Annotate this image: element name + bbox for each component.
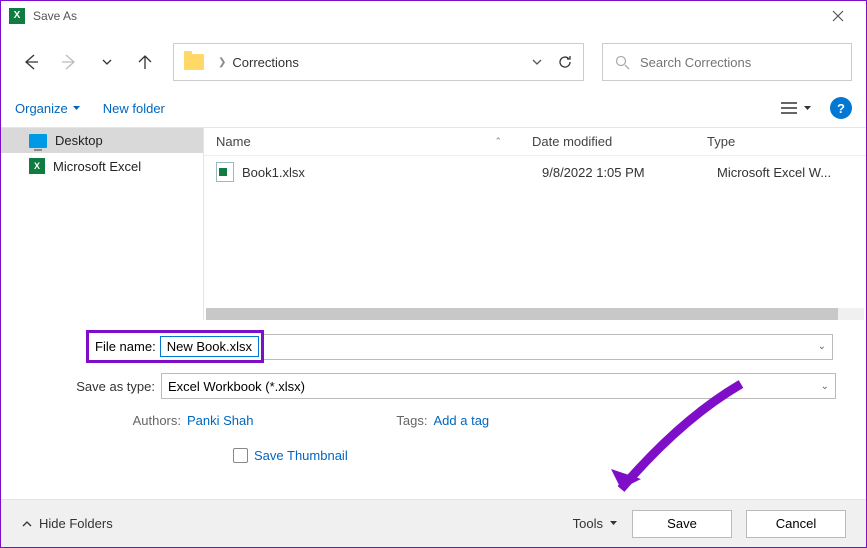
sidebar-item-label: Desktop [55, 133, 103, 148]
chevron-down-icon[interactable] [531, 56, 543, 68]
sidebar-item-desktop[interactable]: Desktop [1, 128, 203, 153]
file-list-pane: Name ⌃ Date modified Type Book1.xlsx 9/8… [204, 128, 866, 320]
filename-label: File name: [91, 339, 160, 354]
authors-value[interactable]: Panki Shah [187, 413, 254, 428]
close-button[interactable] [818, 2, 858, 30]
forward-button[interactable] [53, 46, 85, 78]
caret-down-icon [803, 104, 812, 113]
excel-app-icon: X [9, 8, 25, 24]
window-title: Save As [33, 9, 818, 23]
tags-value[interactable]: Add a tag [434, 413, 490, 428]
file-list: Book1.xlsx 9/8/2022 1:05 PM Microsoft Ex… [204, 156, 866, 308]
list-view-icon [781, 102, 797, 114]
column-header-row: Name ⌃ Date modified Type [204, 128, 866, 156]
titlebar: X Save As [1, 1, 866, 31]
up-button[interactable] [129, 46, 161, 78]
column-name[interactable]: Name ⌃ [204, 134, 532, 149]
arrow-right-icon [60, 53, 78, 71]
thumbnail-label: Save Thumbnail [254, 448, 348, 463]
tools-menu[interactable]: Tools [573, 516, 618, 531]
chevron-down-icon [101, 56, 113, 68]
toolbar: Organize New folder ? [1, 93, 866, 128]
search-box[interactable] [602, 43, 852, 81]
cancel-button[interactable]: Cancel [746, 510, 846, 538]
hide-folders-button[interactable]: Hide Folders [21, 516, 113, 531]
view-menu[interactable] [781, 102, 812, 114]
desktop-icon [29, 134, 47, 148]
savetype-label: Save as type: [31, 379, 161, 394]
file-date: 9/8/2022 1:05 PM [542, 165, 717, 180]
arrow-up-icon [136, 53, 154, 71]
filename-dropdown[interactable]: ⌄ [264, 334, 833, 360]
save-form: File name: New Book.xlsx ⌄ Save as type:… [1, 320, 866, 477]
close-icon [832, 10, 844, 22]
search-input[interactable] [640, 55, 839, 70]
folder-icon [184, 54, 204, 70]
save-button[interactable]: Save [632, 510, 732, 538]
xlsx-file-icon [216, 162, 234, 182]
column-type[interactable]: Type [707, 134, 866, 149]
filename-highlight: File name: New Book.xlsx [86, 330, 264, 363]
sidebar: Desktop X Microsoft Excel [1, 128, 204, 320]
file-row[interactable]: Book1.xlsx 9/8/2022 1:05 PM Microsoft Ex… [204, 156, 866, 188]
meta-row: Authors: Panki Shah Tags: Add a tag [31, 407, 836, 430]
filename-input[interactable]: New Book.xlsx [160, 336, 259, 357]
refresh-icon[interactable] [557, 54, 573, 70]
footer: Hide Folders Tools Save Cancel [1, 499, 866, 547]
file-name: Book1.xlsx [242, 165, 542, 180]
chevron-down-icon: ⌄ [821, 381, 829, 392]
thumbnail-checkbox[interactable] [233, 448, 248, 463]
organize-label: Organize [15, 101, 68, 116]
column-date[interactable]: Date modified [532, 134, 707, 149]
savetype-value: Excel Workbook (*.xlsx) [168, 379, 305, 394]
savetype-row: Save as type: Excel Workbook (*.xlsx) ⌄ [31, 373, 836, 399]
filename-row: File name: New Book.xlsx ⌄ [31, 330, 836, 363]
h-scroll-thumb[interactable] [206, 308, 838, 320]
tags-label: Tags: [374, 413, 434, 428]
savetype-dropdown[interactable]: Excel Workbook (*.xlsx) ⌄ [161, 373, 836, 399]
thumbnail-row[interactable]: Save Thumbnail [31, 430, 836, 471]
authors-label: Authors: [31, 413, 187, 428]
file-type: Microsoft Excel W... [717, 165, 866, 180]
help-button[interactable]: ? [830, 97, 852, 119]
sort-caret-icon: ⌃ [494, 136, 502, 147]
nav-row: ❯ Corrections [1, 31, 866, 93]
caret-down-icon [609, 519, 618, 528]
excel-icon: X [29, 158, 45, 174]
recent-button[interactable] [91, 46, 123, 78]
main-area: Desktop X Microsoft Excel Name ⌃ Date mo… [1, 128, 866, 320]
back-button[interactable] [15, 46, 47, 78]
chevron-up-icon [21, 518, 33, 530]
sidebar-item-label: Microsoft Excel [53, 159, 141, 174]
caret-down-icon [72, 104, 81, 113]
breadcrumb-sep: ❯ [218, 57, 226, 68]
breadcrumb-location[interactable]: Corrections [232, 55, 298, 70]
organize-menu[interactable]: Organize [15, 101, 81, 116]
arrow-left-icon [22, 53, 40, 71]
h-scrollbar[interactable] [206, 308, 864, 320]
search-icon [615, 55, 630, 70]
new-folder-button[interactable]: New folder [103, 101, 165, 116]
address-bar[interactable]: ❯ Corrections [173, 43, 584, 81]
sidebar-item-excel[interactable]: X Microsoft Excel [1, 153, 203, 179]
chevron-down-icon: ⌄ [818, 341, 826, 352]
